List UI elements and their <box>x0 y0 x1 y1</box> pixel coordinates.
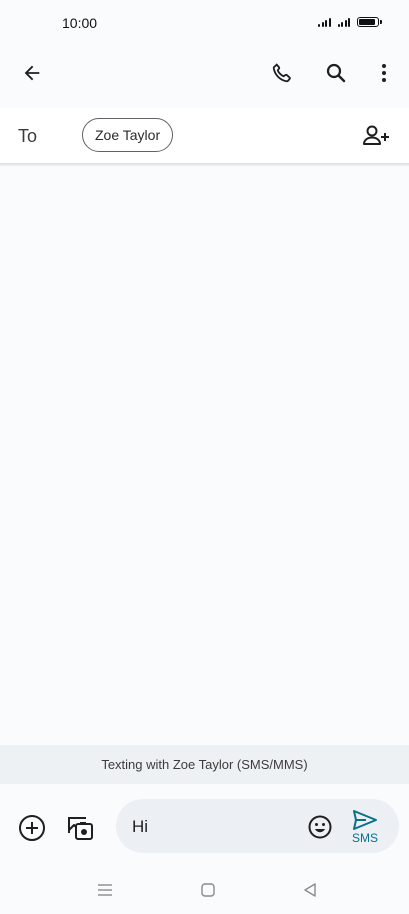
attach-button[interactable] <box>16 812 48 844</box>
system-nav-bar <box>0 864 409 914</box>
battery-icon <box>357 17 382 27</box>
nav-back-button[interactable] <box>298 880 322 900</box>
message-input[interactable]: Hi <box>132 817 148 837</box>
phone-icon <box>272 63 291 83</box>
search-icon <box>326 63 346 83</box>
back-arrow-icon <box>24 65 40 81</box>
nav-home-icon <box>201 883 215 897</box>
send-type-label: SMS <box>351 831 378 845</box>
recipient-row: To Zoe Taylor <box>0 108 409 164</box>
call-button[interactable] <box>266 57 298 89</box>
search-button[interactable] <box>320 57 352 89</box>
nav-menu-button[interactable] <box>93 880 117 900</box>
status-bar: 10:00 <box>0 0 409 48</box>
texting-banner: Texting with Zoe Taylor (SMS/MMS) <box>0 745 409 784</box>
composer: Hi SMS <box>0 784 409 864</box>
gallery-icon <box>68 817 93 840</box>
back-button[interactable] <box>16 57 48 89</box>
more-vert-icon <box>382 64 386 82</box>
add-circle-icon <box>19 815 45 841</box>
status-time: 10:00 <box>62 15 98 31</box>
recipient-chip[interactable]: Zoe Taylor <box>82 118 174 152</box>
message-input-container: Hi SMS <box>116 799 399 853</box>
gallery-button[interactable] <box>64 812 96 844</box>
emoji-icon <box>308 815 332 839</box>
nav-home-button[interactable] <box>196 880 220 900</box>
to-label: To <box>18 126 38 146</box>
app-bar <box>0 48 409 98</box>
send-icon <box>353 810 377 830</box>
more-options-button[interactable] <box>368 57 400 89</box>
add-recipient-button[interactable] <box>360 120 392 152</box>
signal-icon-2 <box>337 17 350 27</box>
nav-menu-icon <box>98 884 112 896</box>
send-button[interactable]: SMS <box>344 807 386 847</box>
nav-back-icon <box>304 883 316 897</box>
conversation-area[interactable] <box>0 167 409 745</box>
add-person-icon <box>363 125 389 145</box>
emoji-button[interactable] <box>304 811 336 843</box>
signal-icon <box>318 17 331 27</box>
status-icons <box>318 17 382 27</box>
